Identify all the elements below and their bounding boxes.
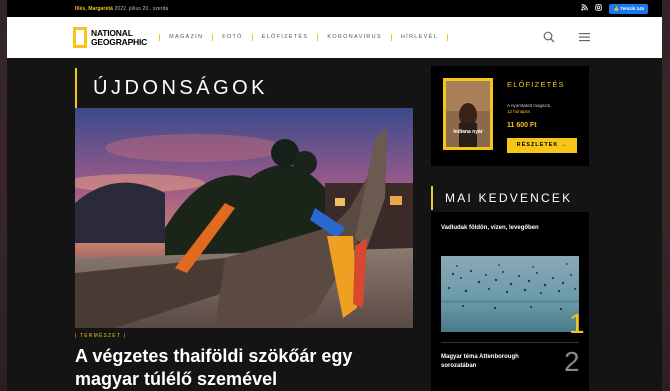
- site-logo[interactable]: NATIONAL GEOGRAPHIC: [73, 27, 147, 48]
- subscription-title: ELŐFIZETÉS: [507, 80, 565, 89]
- site-header: NATIONAL GEOGRAPHIC MAGAZIN FOTÓ ELŐFIZE…: [7, 17, 662, 58]
- nav-koronavirus[interactable]: KORONAVÍRUS: [317, 34, 391, 41]
- magazine-cover-title: Indiana nyár: [453, 129, 483, 135]
- logo-wordmark: NATIONAL GEOGRAPHIC: [91, 28, 148, 47]
- main-nav: MAGAZIN FOTÓ ELŐFIZETÉS KORONAVÍRUS HÍRL…: [159, 34, 448, 41]
- subscription-description: A nyomtatott magazin, 12 hónapra: [507, 103, 577, 115]
- logo-yellow-border-icon: [73, 27, 87, 48]
- favorites-panel: Vadludak földön, vízen, levegőben 1 Magy…: [431, 212, 589, 391]
- date-line: Illés, Margarétá 2022. július 20., szerd…: [75, 6, 168, 12]
- favorite-item-1-rank: 1: [569, 308, 585, 339]
- search-icon[interactable]: [543, 31, 555, 43]
- subscription-box: Indiana nyár ELŐFIZETÉS A nyomtatott mag…: [431, 66, 589, 166]
- date-text: 2022. július 20., szerda: [113, 5, 169, 12]
- top-bar: Illés, Margarétá 2022. július 20., szerd…: [7, 0, 662, 17]
- nav-hirlevel[interactable]: HÍRLEVÉL: [390, 34, 448, 41]
- section-title: ÚJDONSÁGOK: [75, 68, 413, 108]
- instagram-icon[interactable]: [595, 4, 603, 13]
- rss-icon[interactable]: [581, 4, 589, 13]
- nav-foto[interactable]: FOTÓ: [212, 34, 251, 41]
- magazine-cover[interactable]: Indiana nyár: [443, 78, 493, 150]
- nav-magazin[interactable]: MAGAZIN: [159, 34, 212, 41]
- social-links: 👍 Tetszik 145: [581, 3, 648, 14]
- article-category[interactable]: | TERMÉSZET |: [75, 333, 126, 339]
- favorite-item-2-title[interactable]: Magyar téma Attenborough sorozatában: [441, 353, 541, 371]
- favorites-divider: [441, 342, 579, 343]
- favorite-item-1-title[interactable]: Vadludak földön, vízen, levegőben: [441, 224, 541, 233]
- subscription-desc-line2: 12 hónapra: [507, 109, 530, 114]
- favorite-item-1-image[interactable]: [441, 256, 579, 332]
- browser-viewport: Illés, Margarétá 2022. július 20., szerd…: [7, 0, 662, 391]
- logo-line-2: GEOGRAPHIC: [91, 36, 148, 47]
- details-button[interactable]: RÉSZLETEK →: [507, 138, 577, 153]
- facebook-like-button[interactable]: 👍 Tetszik 145: [609, 3, 648, 14]
- subscription-price: 11 600 Ft: [507, 122, 537, 129]
- facebook-like-label: Tetszik 145: [620, 5, 644, 11]
- favorite-item-2-rank: 2: [564, 346, 580, 377]
- name-day: Illés, Margarétá: [75, 5, 114, 12]
- nav-elofizetes[interactable]: ELŐFIZETÉS: [251, 34, 318, 41]
- favorites-title: MAI KEDVENCEK: [431, 186, 589, 210]
- article-headline[interactable]: A végzetes thaiföldi szökőár egy magyar …: [75, 345, 415, 391]
- hamburger-menu-icon[interactable]: [579, 32, 590, 42]
- hero-image[interactable]: [75, 108, 413, 328]
